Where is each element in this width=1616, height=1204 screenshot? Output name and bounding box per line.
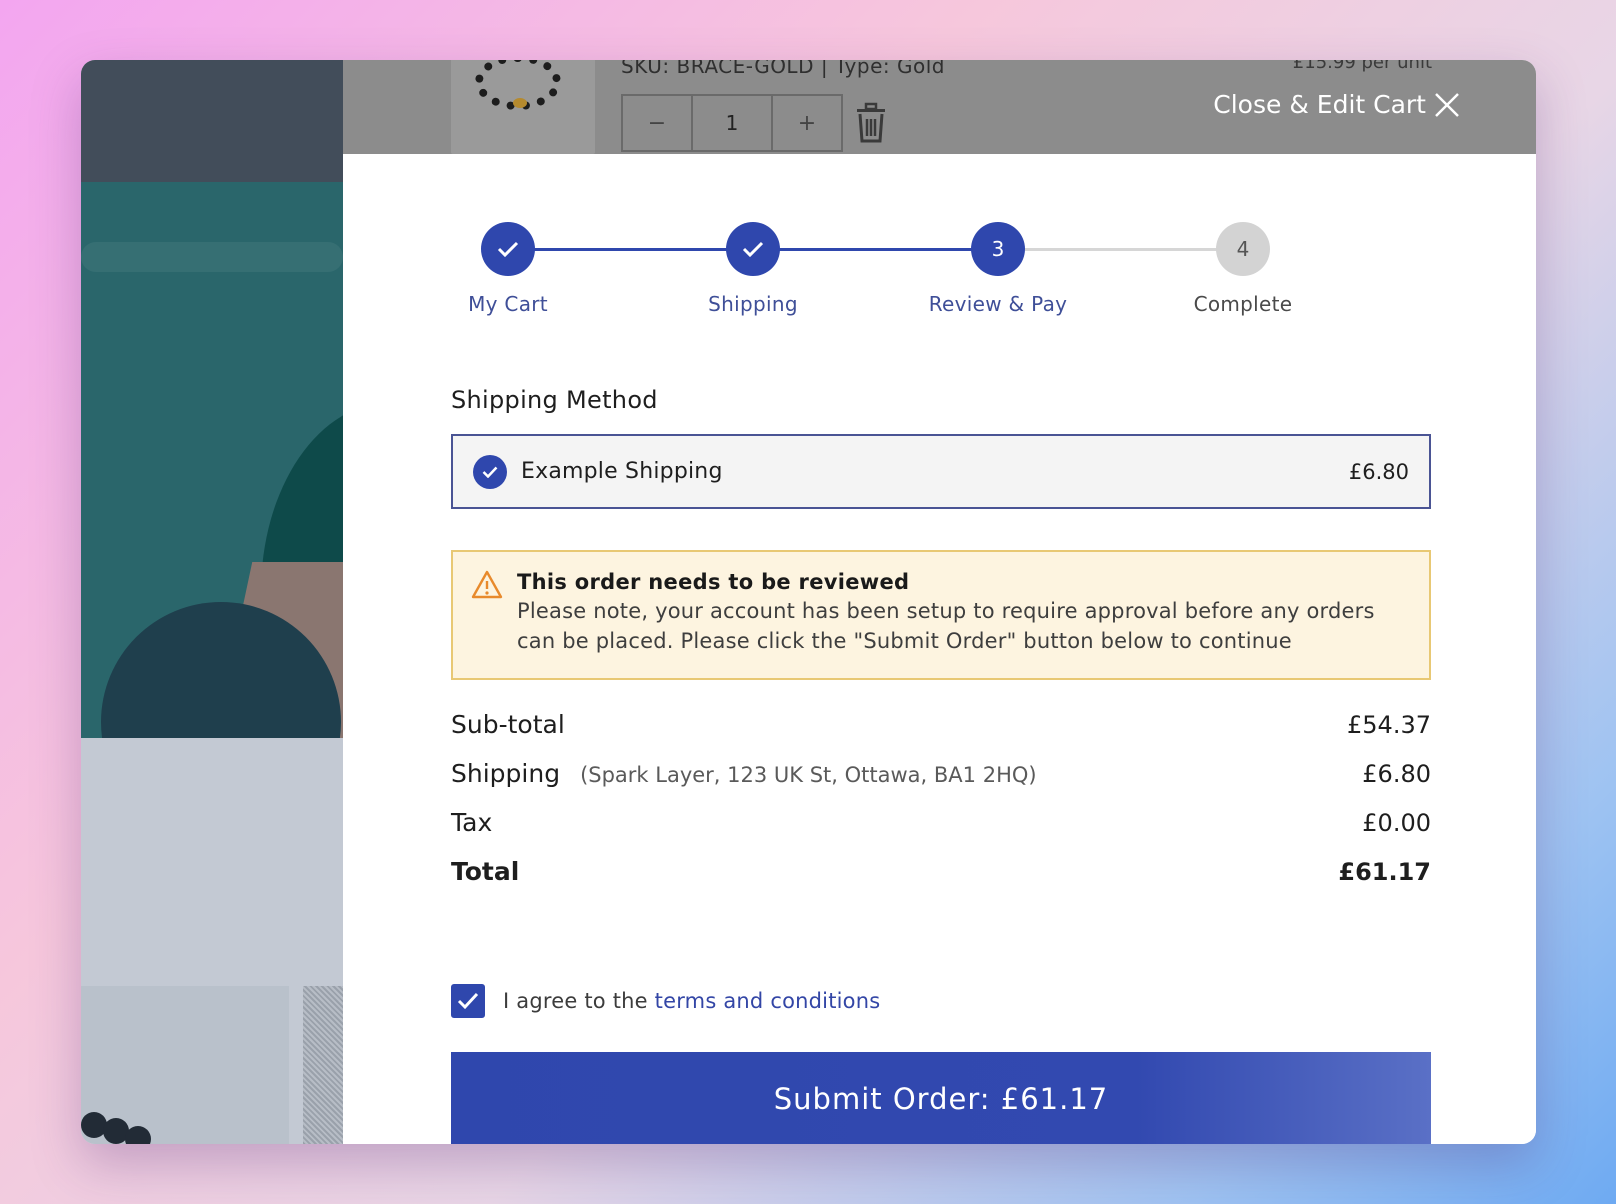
terms-checkbox[interactable] (451, 984, 485, 1018)
total-label: Total (451, 857, 520, 886)
quantity-stepper: − 1 + (621, 94, 843, 152)
shipping-address: (Spark Layer, 123 UK St, Ottawa, BA1 2HQ… (580, 763, 1037, 787)
step-label: Shipping (708, 292, 798, 316)
shipping-row: Shipping (Spark Layer, 123 UK St, Ottawa… (451, 759, 1431, 808)
tax-value: £0.00 (1362, 809, 1431, 837)
quantity-value[interactable]: 1 (691, 96, 773, 150)
total-value: £61.17 (1338, 858, 1431, 886)
increase-quantity-button[interactable]: + (773, 96, 841, 150)
step-number: 3 (971, 222, 1025, 276)
tax-label: Tax (451, 808, 493, 837)
shipping-option-name: Example Shipping (521, 459, 723, 484)
shipping-label: Shipping (451, 759, 561, 788)
notice-title: This order needs to be reviewed (517, 570, 910, 594)
notice-message: Please note, your account has been setup… (517, 599, 1375, 653)
order-totals: Sub-total £54.37 Shipping (Spark Layer, … (451, 710, 1431, 906)
checkout-window: SKU: BRACE-GOLD | Type: Gold £15.99 per … (81, 60, 1536, 1144)
close-icon (1435, 92, 1459, 117)
review-pay-panel: My Cart Shipping 3 Review & Pay 4 Comple… (343, 154, 1536, 1144)
step-my-cart[interactable]: My Cart (428, 222, 588, 316)
shipping-method-title: Shipping Method (451, 386, 658, 414)
total-row: Total £61.17 (451, 857, 1431, 906)
subtotal-label: Sub-total (451, 710, 565, 739)
shipping-option-price: £6.80 (1348, 459, 1409, 484)
trash-icon[interactable] (853, 102, 889, 144)
step-check-icon (481, 222, 535, 276)
checkmark-icon (457, 992, 479, 1010)
shipping-value: £6.80 (1362, 760, 1431, 788)
terms-prefix: I agree to the (503, 989, 655, 1013)
step-check-icon (726, 222, 780, 276)
step-review-pay: 3 Review & Pay (918, 222, 1078, 316)
product-thumbnail (451, 60, 595, 154)
check-circle-icon (473, 454, 507, 489)
step-label: Review & Pay (928, 292, 1068, 316)
step-label: My Cart (468, 292, 548, 316)
checkout-stepper: My Cart Shipping 3 Review & Pay 4 Comple… (468, 222, 1308, 332)
review-notice: This order needs to be reviewed Please n… (451, 550, 1431, 680)
step-number: 4 (1216, 222, 1270, 276)
product-sku: SKU: BRACE-GOLD | Type: Gold (621, 60, 945, 78)
tax-row: Tax £0.00 (451, 808, 1431, 857)
subtotal-value: £54.37 (1347, 711, 1431, 739)
subtotal-row: Sub-total £54.37 (451, 710, 1431, 759)
step-complete: 4 Complete (1163, 222, 1323, 316)
shipping-option-selected[interactable]: Example Shipping £6.80 (451, 434, 1431, 509)
product-photo (81, 986, 289, 1144)
step-label: Complete (1193, 292, 1293, 316)
step-shipping[interactable]: Shipping (673, 222, 833, 316)
product-photo (303, 986, 343, 1144)
warning-icon (471, 570, 503, 599)
submit-order-button[interactable]: Submit Order: £61.17 (451, 1052, 1431, 1144)
close-edit-cart-button[interactable]: Close & Edit Cart (1213, 90, 1460, 119)
close-edit-cart-label: Close & Edit Cart (1213, 90, 1426, 119)
terms-text: I agree to the terms and conditions (503, 989, 880, 1013)
terms-agreement: I agree to the terms and conditions (451, 984, 880, 1018)
background-storefront (81, 60, 343, 1144)
decrease-quantity-button[interactable]: − (623, 96, 691, 150)
terms-link[interactable]: terms and conditions (655, 989, 881, 1013)
cart-item-strip: SKU: BRACE-GOLD | Type: Gold £15.99 per … (343, 60, 1536, 154)
unit-price: £15.99 per unit (1292, 60, 1432, 73)
